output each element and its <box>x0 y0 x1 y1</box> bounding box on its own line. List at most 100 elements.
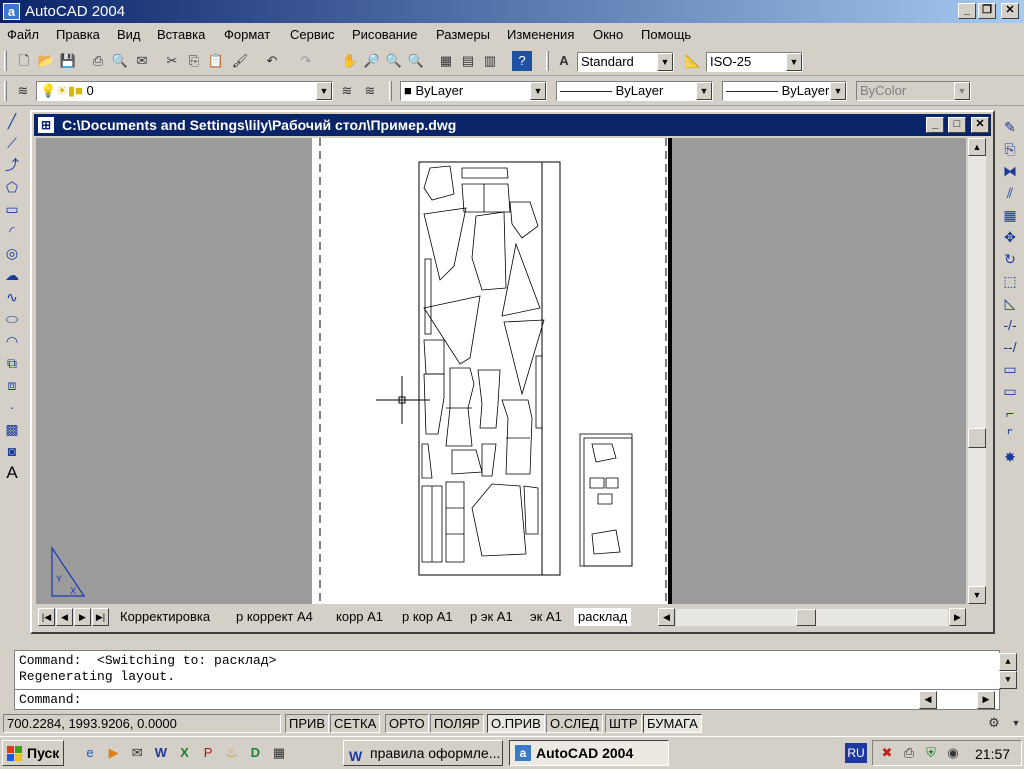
d-app-icon[interactable]: D <box>245 743 265 763</box>
scroll-up-button[interactable]: ▲ <box>999 653 1017 671</box>
chevron-down-icon[interactable]: ▼ <box>530 82 546 100</box>
publish-icon[interactable]: ✉ <box>132 51 152 71</box>
array-icon[interactable]: ▦ <box>999 204 1021 226</box>
layer-previous-icon[interactable]: ≋ <box>360 81 380 101</box>
print-icon[interactable]: ⎙ <box>88 51 108 71</box>
chevron-down-icon[interactable]: ▼ <box>316 82 332 100</box>
clock[interactable]: 21:57 <box>975 746 1010 762</box>
task-autocad[interactable]: a AutoCAD 2004 <box>509 740 669 766</box>
mirror-icon[interactable]: ⧓ <box>999 160 1021 182</box>
ellipse-arc-icon[interactable]: ◠ <box>1 330 23 352</box>
ellipse-icon[interactable]: ⬭ <box>1 308 23 330</box>
menu-dimension[interactable]: Размеры <box>436 27 490 42</box>
print-preview-icon[interactable]: 🔍 <box>110 51 130 71</box>
media-player-icon[interactable]: ▶ <box>104 743 124 763</box>
doc-maximize-button[interactable]: □ <box>948 117 966 133</box>
arc-icon[interactable]: ◜ <box>1 220 23 242</box>
corel-icon[interactable]: ♨ <box>222 743 242 763</box>
chevron-down-icon[interactable]: ▼ <box>657 53 673 71</box>
layer-select[interactable]: 💡☀▮■ 0 ▼ <box>36 81 333 101</box>
point-icon[interactable]: · <box>1 396 23 418</box>
region-icon[interactable]: ◙ <box>1 440 23 462</box>
dim-style-select[interactable]: ISO-25 ▼ <box>706 52 803 72</box>
menu-tools[interactable]: Сервис <box>290 27 335 42</box>
next-tab-button[interactable]: ▶ <box>74 608 91 626</box>
menu-window[interactable]: Окно <box>593 27 623 42</box>
horizontal-scrollbar[interactable] <box>676 609 948 626</box>
offset-icon[interactable]: ⫽ <box>999 182 1021 204</box>
status-menu-icon[interactable]: ▼ <box>1006 713 1024 733</box>
scroll-down-button[interactable]: ▼ <box>968 586 986 604</box>
autocad-icon[interactable]: a <box>3 3 20 20</box>
menu-format[interactable]: Формат <box>224 27 270 42</box>
drawing-icon[interactable]: ⊞ <box>38 117 54 133</box>
app-titlebar[interactable]: a AutoCAD 2004 _ ❐ ✕ <box>0 0 1024 23</box>
menu-view[interactable]: Вид <box>117 27 141 42</box>
pan-icon[interactable]: ✋ <box>340 51 360 71</box>
calendar-icon[interactable]: ▦ <box>269 743 289 763</box>
tab-r-korrekt-a4[interactable]: р коррект А4 <box>232 608 317 626</box>
zoom-previous-icon[interactable]: 🔍 <box>406 51 426 71</box>
extend-icon[interactable]: --/ <box>999 336 1021 358</box>
ie-icon[interactable]: e <box>80 743 100 763</box>
design-center-icon[interactable]: ▤ <box>458 51 478 71</box>
circle-icon[interactable]: ◎ <box>1 242 23 264</box>
word-icon[interactable]: W <box>151 743 171 763</box>
move-icon[interactable]: ✥ <box>999 226 1021 248</box>
undo-icon[interactable]: ↶ <box>262 51 282 71</box>
snap-toggle[interactable]: ПРИВ <box>285 714 330 733</box>
hatch-icon[interactable]: ▩ <box>1 418 23 440</box>
lineweight-toggle[interactable]: ШТР <box>605 714 642 733</box>
scroll-left-button[interactable]: ◀ <box>919 691 937 709</box>
toolbar-grip[interactable] <box>4 81 7 101</box>
explode-icon[interactable]: ✸ <box>999 446 1021 468</box>
outlook-icon[interactable]: ✉ <box>127 743 147 763</box>
make-block-icon[interactable]: ⧈ <box>1 374 23 396</box>
text-style-select[interactable]: Standard ▼ <box>577 52 674 72</box>
chamfer-icon[interactable]: ⌐ <box>999 402 1021 424</box>
scroll-up-button[interactable]: ▲ <box>968 138 986 156</box>
save-icon[interactable]: 💾 <box>58 51 78 71</box>
osnap-toggle[interactable]: О.ПРИВ <box>487 714 545 733</box>
tab-korrektirovka[interactable]: Корректировка <box>116 608 214 626</box>
vertical-scrollbar[interactable]: ▲ ▼ <box>968 138 986 604</box>
chevron-down-icon[interactable]: ▼ <box>830 82 846 100</box>
menu-edit[interactable]: Правка <box>56 27 100 42</box>
minimize-button[interactable]: _ <box>958 3 976 19</box>
excel-icon[interactable]: X <box>175 743 195 763</box>
paste-icon[interactable]: 📋 <box>206 51 226 71</box>
scroll-right-button[interactable]: ▶ <box>949 608 966 626</box>
command-window[interactable]: Command: <Switching to: расклад> Regener… <box>14 650 1017 710</box>
command-prompt[interactable]: Command: <box>19 692 81 707</box>
vertical-scroll-thumb[interactable] <box>968 428 986 448</box>
close-button[interactable]: ✕ <box>1001 3 1019 19</box>
first-tab-button[interactable]: |◀ <box>38 608 55 626</box>
spline-icon[interactable]: ∿ <box>1 286 23 308</box>
tab-rasklad[interactable]: расклад <box>574 608 632 626</box>
zoom-window-icon[interactable]: 🔍 <box>384 51 404 71</box>
scroll-left-button[interactable]: ◀ <box>658 608 675 626</box>
powerpoint-icon[interactable]: P <box>198 743 218 763</box>
antivirus-icon[interactable]: ⛨ <box>921 743 941 763</box>
printer-icon[interactable]: ⎙ <box>899 743 919 763</box>
polyline-icon[interactable]: ⤴ <box>1 154 23 176</box>
tab-r-kor-a1[interactable]: р кор А1 <box>398 608 457 626</box>
construction-line-icon[interactable]: ⟋ <box>1 132 23 154</box>
grid-toggle[interactable]: СЕТКА <box>330 714 381 733</box>
language-indicator[interactable]: RU <box>845 743 867 763</box>
toolbar-grip[interactable] <box>389 81 392 101</box>
lineweight-select[interactable]: ———— ByLayer ▼ <box>722 81 847 101</box>
make-layer-current-icon[interactable]: ≋ <box>337 81 357 101</box>
menu-draw[interactable]: Рисование <box>352 27 417 42</box>
cut-icon[interactable]: ✂ <box>162 51 182 71</box>
menu-insert[interactable]: Вставка <box>157 27 205 42</box>
scale-icon[interactable]: ⬚ <box>999 270 1021 292</box>
toolbar-grip[interactable] <box>546 51 549 71</box>
help-icon[interactable]: ? <box>512 51 532 71</box>
break-icon[interactable]: ▭ <box>999 358 1021 380</box>
tab-r-ek-a1[interactable]: р эк А1 <box>466 608 517 626</box>
line-icon[interactable]: ╱ <box>1 110 23 132</box>
toolbar-grip[interactable] <box>4 51 7 71</box>
ortho-toggle[interactable]: ОРТО <box>385 714 429 733</box>
dim-style-icon[interactable]: 📐 <box>683 51 703 71</box>
